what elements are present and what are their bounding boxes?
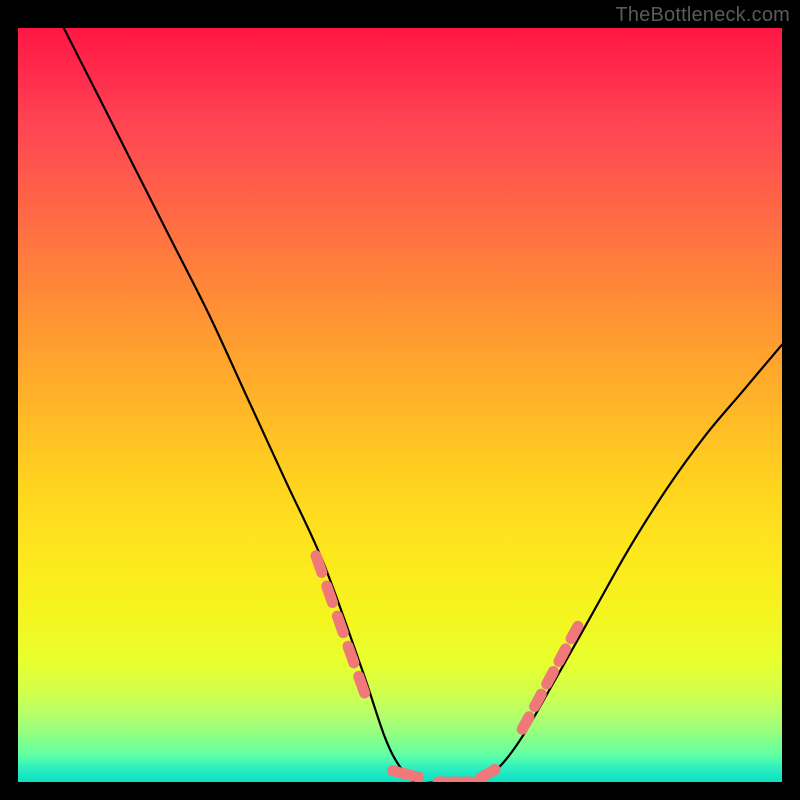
- marker-dash: [559, 649, 566, 662]
- marker-dash: [522, 717, 529, 729]
- chart-frame: TheBottleneck.com: [0, 0, 800, 800]
- watermark-text: TheBottleneck.com: [615, 4, 790, 27]
- marker-dash: [359, 676, 365, 693]
- marker-dash: [327, 586, 333, 603]
- marker-dash: [337, 616, 343, 633]
- marker-dash: [547, 672, 554, 685]
- marker-dash: [571, 626, 578, 638]
- marker-dash: [316, 556, 322, 573]
- marker-dash: [348, 646, 354, 663]
- marker-dash: [535, 694, 542, 706]
- curve-line: [64, 28, 782, 782]
- plot-area: [18, 28, 782, 782]
- marker-dash: [413, 776, 419, 777]
- bottleneck-curve: [18, 28, 782, 782]
- marker-dash: [490, 770, 495, 773]
- marker-dash: [403, 773, 409, 774]
- marker-segments: [316, 556, 578, 782]
- marker-dash: [480, 775, 485, 778]
